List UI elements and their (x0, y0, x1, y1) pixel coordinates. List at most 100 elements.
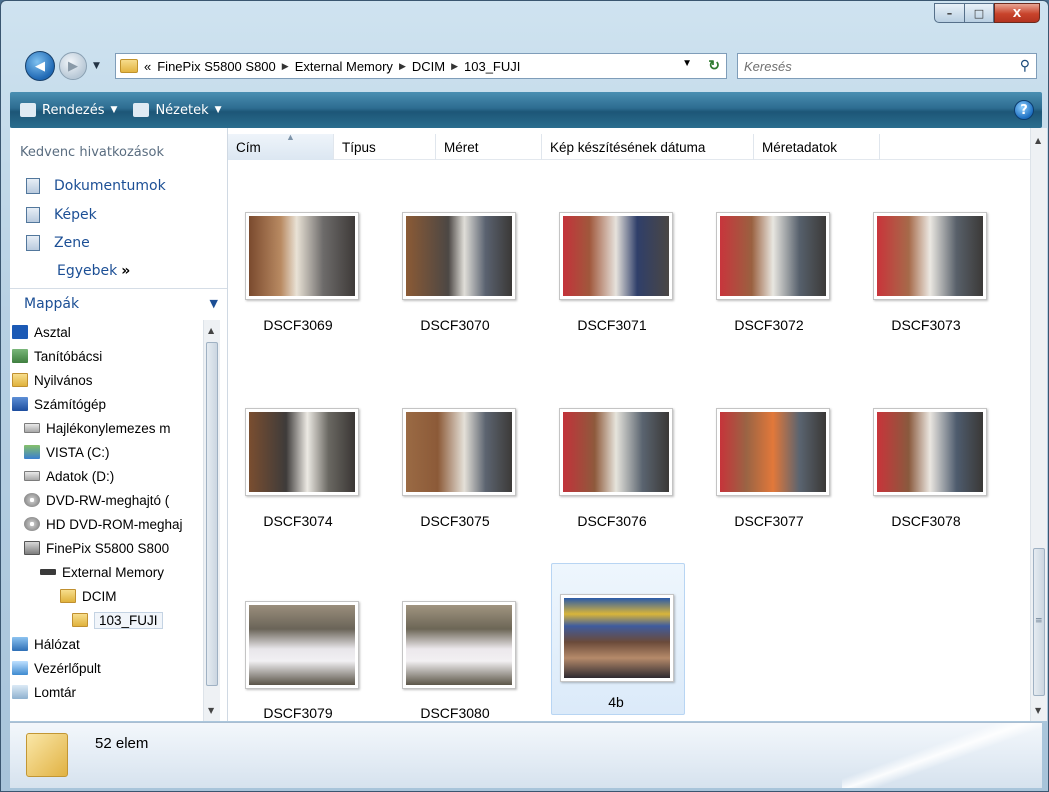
favorite-documents[interactable]: Dokumentumok (26, 178, 166, 194)
photo-thumbnail (245, 601, 359, 689)
tree-item-camera[interactable]: FinePix S5800 S800 (24, 536, 169, 560)
organize-menu[interactable]: Rendezés ▼ (20, 103, 117, 118)
tree-item-103-fuji[interactable]: 103_FUJI (72, 608, 163, 632)
file-thumbnail[interactable]: DSCF3079 (231, 597, 365, 721)
tree-item-drive-d[interactable]: Adatok (D:) (24, 464, 114, 488)
tree-item-public[interactable]: Nyilvános (12, 368, 93, 392)
dvd-drive-icon (24, 517, 40, 531)
chevron-down-icon: ▼ (214, 105, 222, 115)
views-icon (133, 103, 150, 117)
file-name: DSCF3080 (420, 705, 490, 721)
pictures-icon (26, 207, 40, 223)
file-thumbnail[interactable]: DSCF3070 (388, 206, 522, 358)
breadcrumb-separator-icon[interactable]: ▶ (282, 61, 289, 72)
breadcrumb-overflow[interactable]: « (144, 59, 151, 74)
forward-button[interactable]: ▶ (59, 52, 87, 80)
file-name: DSCF3069 (263, 317, 333, 333)
camera-icon (24, 541, 40, 555)
back-button[interactable]: ◀ (25, 51, 55, 81)
close-button[interactable]: X (994, 3, 1040, 23)
recent-pages-dropdown[interactable]: ▼ (93, 61, 100, 71)
address-bar[interactable]: « FinePix S5800 S800 ▶ External Memory ▶… (115, 53, 727, 79)
file-name: DSCF3075 (420, 513, 490, 529)
column-type[interactable]: Típus (334, 134, 436, 160)
file-name: DSCF3072 (734, 317, 804, 333)
column-dimensions[interactable]: Méretadatok (754, 134, 880, 160)
file-thumbnail[interactable]: DSCF3072 (702, 206, 836, 358)
details-pane: 52 elem (10, 722, 1042, 788)
file-list-scrollbar[interactable]: ▲ ≡ ▼ (1030, 128, 1047, 721)
address-dropdown-icon[interactable]: ▼ (682, 58, 692, 69)
tree-item-drive-c[interactable]: VISTA (C:) (24, 440, 110, 464)
scroll-up-icon[interactable]: ▲ (1035, 136, 1041, 145)
tree-item-desktop[interactable]: Asztal (12, 320, 71, 344)
favorite-pictures[interactable]: Képek (26, 207, 97, 223)
search-box[interactable]: Keresés ⚲ (737, 53, 1037, 79)
scroll-down-icon[interactable]: ▼ (1035, 706, 1041, 715)
breadcrumb-separator-icon[interactable]: ▶ (399, 61, 406, 72)
file-thumbnail[interactable]: DSCF3076 (545, 402, 679, 554)
title-bar[interactable]: – □ X (1, 1, 1048, 41)
folders-header[interactable]: Mappák ▼ (10, 288, 227, 318)
tree-item-label: FinePix S5800 S800 (46, 540, 170, 556)
column-size[interactable]: Méret (436, 134, 542, 160)
search-placeholder: Keresés (744, 58, 792, 74)
file-thumbnail[interactable]: DSCF3069 (231, 206, 365, 358)
breadcrumb-separator-icon[interactable]: ▶ (451, 61, 458, 72)
file-thumbnail[interactable]: DSCF3078 (859, 402, 993, 554)
file-thumbnail[interactable]: DSCF3075 (388, 402, 522, 554)
scroll-up-icon[interactable]: ▲ (208, 326, 214, 335)
file-thumbnail-selected[interactable]: 4b (551, 563, 685, 715)
music-icon (26, 235, 40, 251)
minimize-button[interactable]: – (934, 3, 964, 23)
file-thumbnail[interactable]: DSCF3080 (388, 597, 522, 721)
tree-item-computer[interactable]: Számítógép (12, 392, 106, 416)
folder-tree: Asztal Tanítóbácsi Nyilvános Számítógép … (10, 320, 203, 721)
photo-thumbnail (559, 212, 673, 300)
tree-item-dvd-rw[interactable]: DVD-RW-meghajtó ( (24, 488, 169, 512)
column-date-taken[interactable]: Kép készítésének dátuma (542, 134, 754, 160)
tree-item-dcim[interactable]: DCIM (60, 584, 117, 608)
breadcrumb-dcim[interactable]: DCIM (412, 59, 445, 74)
folder-icon (72, 613, 88, 627)
tree-item-floppy[interactable]: Hajlékonylemezes m (24, 416, 171, 440)
favorites-more-link[interactable]: Egyebek» (57, 263, 130, 279)
breadcrumb-finepix[interactable]: FinePix S5800 S800 (157, 59, 276, 74)
scrollbar-thumb[interactable] (206, 342, 218, 686)
file-thumbnail[interactable]: DSCF3077 (702, 402, 836, 554)
folder-tree-scrollbar[interactable]: ▲ ▼ (203, 320, 220, 721)
refresh-icon[interactable]: ↻ (708, 57, 720, 74)
column-label: Méret (444, 139, 479, 155)
item-count: 52 elem (95, 735, 149, 752)
file-thumbnail[interactable]: DSCF3071 (545, 206, 679, 358)
help-icon[interactable]: ? (1014, 100, 1034, 120)
file-name: DSCF3070 (420, 317, 490, 333)
views-menu[interactable]: Nézetek ▼ (133, 103, 222, 118)
column-headers: ▲ Cím Típus Méret Kép készítésének dátum… (228, 132, 1030, 160)
breadcrumb-103-fuji[interactable]: 103_FUJI (464, 59, 520, 74)
sort-ascending-icon: ▲ (286, 132, 295, 142)
tree-item-external-memory[interactable]: External Memory (40, 560, 164, 584)
tree-item-control-panel[interactable]: Vezérlőpult (12, 656, 101, 680)
network-icon (12, 637, 28, 651)
favorite-label: Zene (54, 235, 90, 251)
search-icon[interactable]: ⚲ (1020, 57, 1030, 74)
file-thumbnail[interactable]: DSCF3073 (859, 206, 993, 358)
tree-item-label: DCIM (82, 588, 117, 604)
maximize-button[interactable]: □ (964, 3, 994, 23)
file-thumbnail[interactable]: DSCF3074 (231, 402, 365, 554)
tree-item-user[interactable]: Tanítóbácsi (12, 344, 102, 368)
tree-item-label: 103_FUJI (94, 611, 163, 629)
tree-item-hd-dvd[interactable]: HD DVD-ROM-meghaj (24, 512, 183, 536)
favorite-music[interactable]: Zene (26, 235, 90, 251)
command-toolbar: Rendezés ▼ Nézetek ▼ ? (10, 92, 1042, 128)
breadcrumb-external-memory[interactable]: External Memory (295, 59, 393, 74)
file-list-view: ▲ Cím Típus Méret Kép készítésének dátum… (228, 128, 1030, 721)
column-name[interactable]: ▲ Cím (228, 132, 334, 160)
tree-item-recycle-bin[interactable]: Lomtár (12, 680, 76, 704)
scroll-down-icon[interactable]: ▼ (208, 706, 214, 715)
tree-item-network[interactable]: Hálózat (12, 632, 80, 656)
documents-icon (26, 178, 40, 194)
drive-icon (24, 471, 40, 481)
floppy-drive-icon (24, 423, 40, 433)
